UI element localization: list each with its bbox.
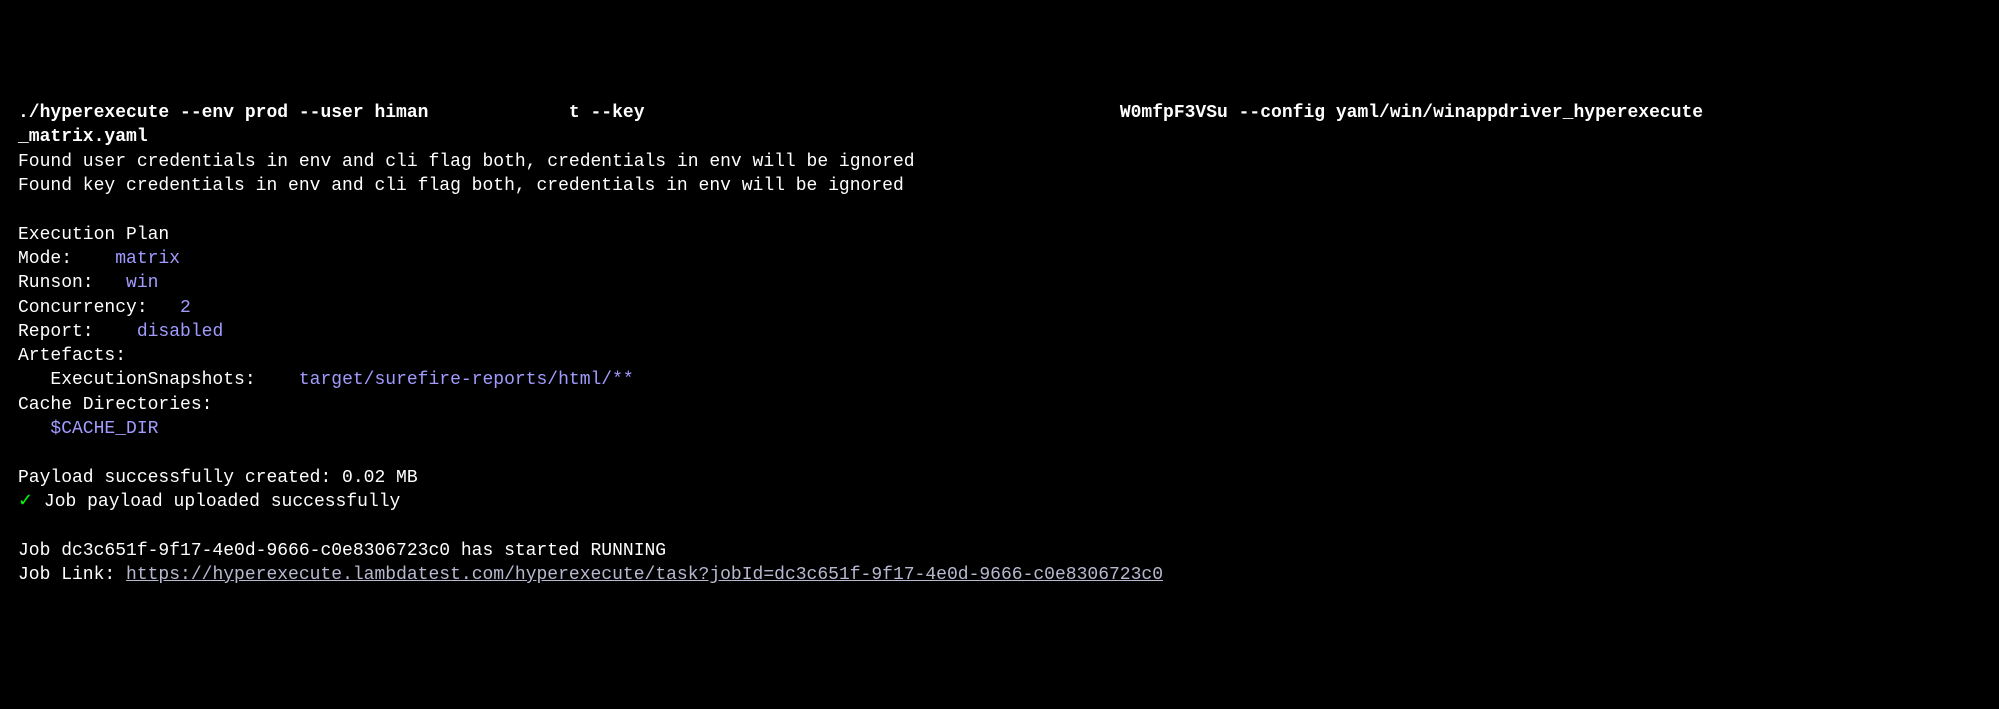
cache-value: $CACHE_DIR — [18, 419, 158, 439]
cmd-part1: ./hyperexecute --env prod --user himan — [18, 103, 428, 123]
warning-user-cred: Found user credentials in env and cli fl… — [18, 152, 915, 172]
job-link[interactable]: https://hyperexecute.lambdatest.com/hype… — [126, 565, 1163, 585]
mode-value: matrix — [115, 249, 180, 269]
cache-label: Cache Directories: — [18, 395, 212, 415]
cmd-part3: W0mfpF3VSu --config yaml/win/winappdrive… — [1120, 103, 1703, 123]
execution-plan-header: Execution Plan — [18, 225, 169, 245]
job-started: Job dc3c651f-9f17-4e0d-9666-c0e8306723c0… — [18, 541, 666, 561]
check-icon: ✓ — [18, 492, 33, 512]
concurrency-value: 2 — [180, 298, 191, 318]
report-value: disabled — [137, 322, 223, 342]
snapshot-value: target/surefire-reports/html/** — [299, 370, 634, 390]
cmd-wrap: _matrix.yaml — [18, 127, 148, 147]
report-label: Report: — [18, 322, 137, 342]
warning-key-cred: Found key credentials in env and cli fla… — [18, 176, 904, 196]
runson-value: win — [126, 273, 158, 293]
concurrency-label: Concurrency: — [18, 298, 180, 318]
runson-label: Runson: — [18, 273, 126, 293]
payload-created: Payload successfully created: 0.02 MB — [18, 468, 418, 488]
snapshot-label: ExecutionSnapshots: — [18, 370, 299, 390]
terminal-output: ./hyperexecute --env prod --user himan t… — [18, 101, 1981, 587]
payload-uploaded: Job payload uploaded successfully — [33, 492, 400, 512]
job-link-label: Job Link: — [18, 565, 126, 585]
artefacts-label: Artefacts: — [18, 346, 126, 366]
command-line: ./hyperexecute --env prod --user himan t… — [18, 103, 1703, 147]
cmd-part2: t --key — [569, 103, 645, 123]
mode-label: Mode: — [18, 249, 115, 269]
